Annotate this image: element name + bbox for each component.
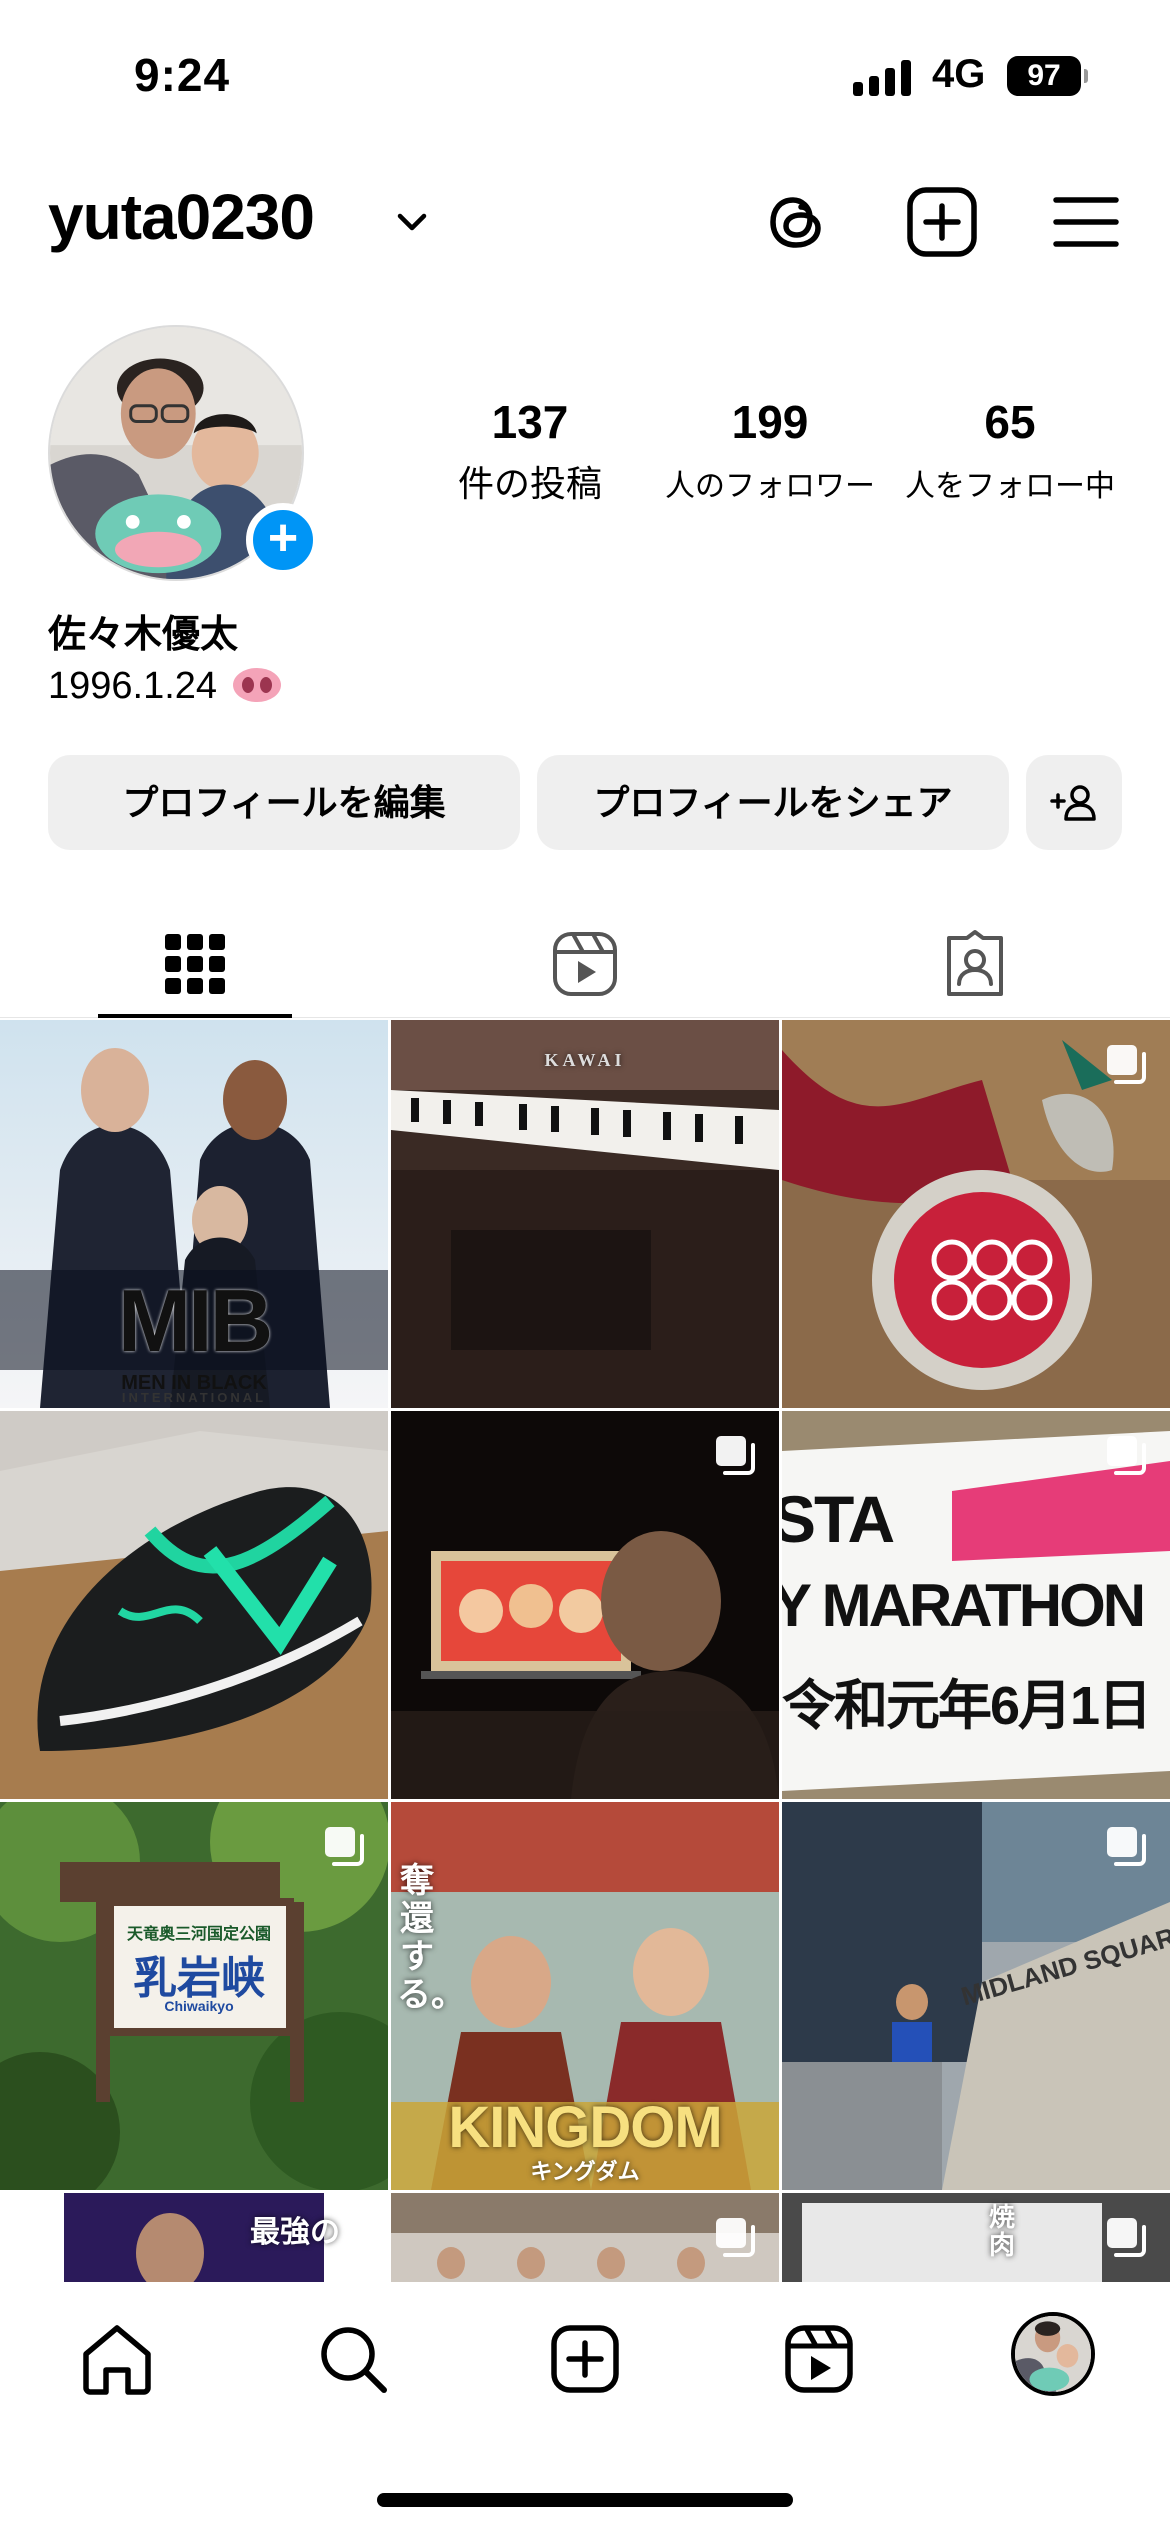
tab-reels[interactable] [390,910,780,1018]
network-type: 4G [932,52,986,96]
active-tab-indicator [98,1014,292,1018]
post-tile[interactable]: 奪還する。 KINGDOM キングダム [391,1802,779,2190]
grid-divider [388,1020,391,2282]
multiple-images-icon [716,1436,755,1475]
following-label: 人をフォロー中 [905,470,1115,503]
post-tile[interactable]: STA Y MARATHON 令和元年6月1日 [782,1411,1170,1799]
post-caption: 最強の [250,2216,340,2249]
post-tile[interactable]: 焼肉 [782,2193,1170,2282]
search-icon[interactable] [312,2318,394,2400]
status-bar: 9:24 4G 97 [0,0,1170,150]
post-caption-sub: 天竜奥三河国定公園 [126,1926,271,1943]
post-caption-sub: Y MARATHON [782,1572,1146,1639]
pig-nose-emoji-icon [232,668,281,702]
followers-label: 人のフォロワー [665,470,875,503]
post-tile[interactable]: MIDLAND SQUARE [782,1802,1170,2190]
followers-stat[interactable]: 199 人のフォロワー [650,395,890,505]
post-caption: MIB [117,1271,273,1370]
post-caption: 焼肉 [988,2202,1015,2260]
tab-tagged[interactable] [780,910,1170,1018]
post-caption: 乳岩峡 [133,1954,265,2003]
posts-label: 件の投稿 [457,463,602,504]
add-story-button[interactable]: + [246,503,320,577]
profile-header: yuta0230 [0,170,1170,270]
create-post-icon[interactable] [900,180,984,264]
post-tile[interactable] [391,1411,779,1799]
post-tile[interactable] [391,2193,779,2282]
following-count: 65 [984,396,1036,448]
post-tile[interactable] [782,1020,1170,1408]
post-caption-sub2: 令和元年6月1日 [782,1676,1152,1736]
status-time: 9:24 [134,49,231,101]
bio: 1996.1.24 [48,665,282,708]
grid-icon [165,934,225,994]
edit-profile-button[interactable]: プロフィールを編集 [48,755,520,850]
home-indicator [377,2493,793,2507]
signal-strength-icon [853,60,913,96]
multiple-images-icon [1107,1436,1146,1475]
grid-divider [0,1408,1170,1411]
display-name: 佐々木優太 [48,614,239,656]
bottom-navigation [0,2282,1170,2532]
username-switcher[interactable]: yuta0230 [48,180,315,254]
grid-divider [0,1799,1170,1802]
home-icon[interactable] [76,2318,158,2400]
post-caption: KINGDOM [448,2095,722,2160]
post-caption: STA [782,1482,895,1556]
threads-icon[interactable] [755,180,839,264]
post-caption: KAWAI [544,1050,626,1070]
tab-grid[interactable] [0,910,390,1018]
grid-divider [779,1020,782,2282]
profile-avatar-container[interactable]: + [48,325,320,583]
reels-icon[interactable] [778,2318,860,2400]
multiple-images-icon [1107,1045,1146,1084]
discover-people-button[interactable] [1026,755,1122,850]
post-caption-sub2: 奪還する。 [397,1862,465,2014]
post-tile[interactable]: KAWAI [391,1020,779,1408]
post-caption-sub: キングダム [530,2159,640,2184]
following-stat[interactable]: 65 人をフォロー中 [890,395,1130,505]
reels-icon [553,932,617,996]
posts-count: 137 [491,396,569,448]
add-person-icon [1050,785,1096,821]
multiple-images-icon [325,1827,364,1866]
profile-stats: 137 件の投稿 199 人のフォロワー 65 人をフォロー中 [410,395,1130,505]
menu-icon[interactable] [1044,180,1128,264]
post-tile[interactable]: 天竜奥三河国定公園 乳岩峡 Chiwaikyo [0,1802,388,2190]
multiple-images-icon [1107,2218,1146,2257]
post-tile[interactable]: 最強の [0,2193,388,2282]
battery-level: 97 [1007,56,1081,96]
chevron-down-icon[interactable] [392,202,432,242]
followers-count: 199 [731,396,809,448]
posts-stat[interactable]: 137 件の投稿 [410,395,650,507]
create-icon[interactable] [544,2318,626,2400]
post-tile[interactable] [0,1411,388,1799]
post-caption-sub2: INTERNATIONAL [121,1390,267,1405]
grid-divider [0,2190,1170,2193]
multiple-images-icon [1107,1827,1146,1866]
profile-tabs [0,910,1170,1018]
bio-text: 1996.1.24 [48,665,218,707]
post-tile[interactable]: MIB MEN IN BLACK INTERNATIONAL [0,1020,388,1408]
share-profile-button[interactable]: プロフィールをシェア [537,755,1009,850]
battery-icon: 97 [1007,56,1088,96]
tagged-icon [947,930,1003,996]
post-caption-sub2: Chiwaikyo [164,1998,234,2014]
posts-grid: MIB MEN IN BLACK INTERNATIONAL KAWAI STA… [0,1020,1170,2282]
profile-avatar[interactable] [1011,2312,1095,2396]
multiple-images-icon [716,2218,755,2257]
